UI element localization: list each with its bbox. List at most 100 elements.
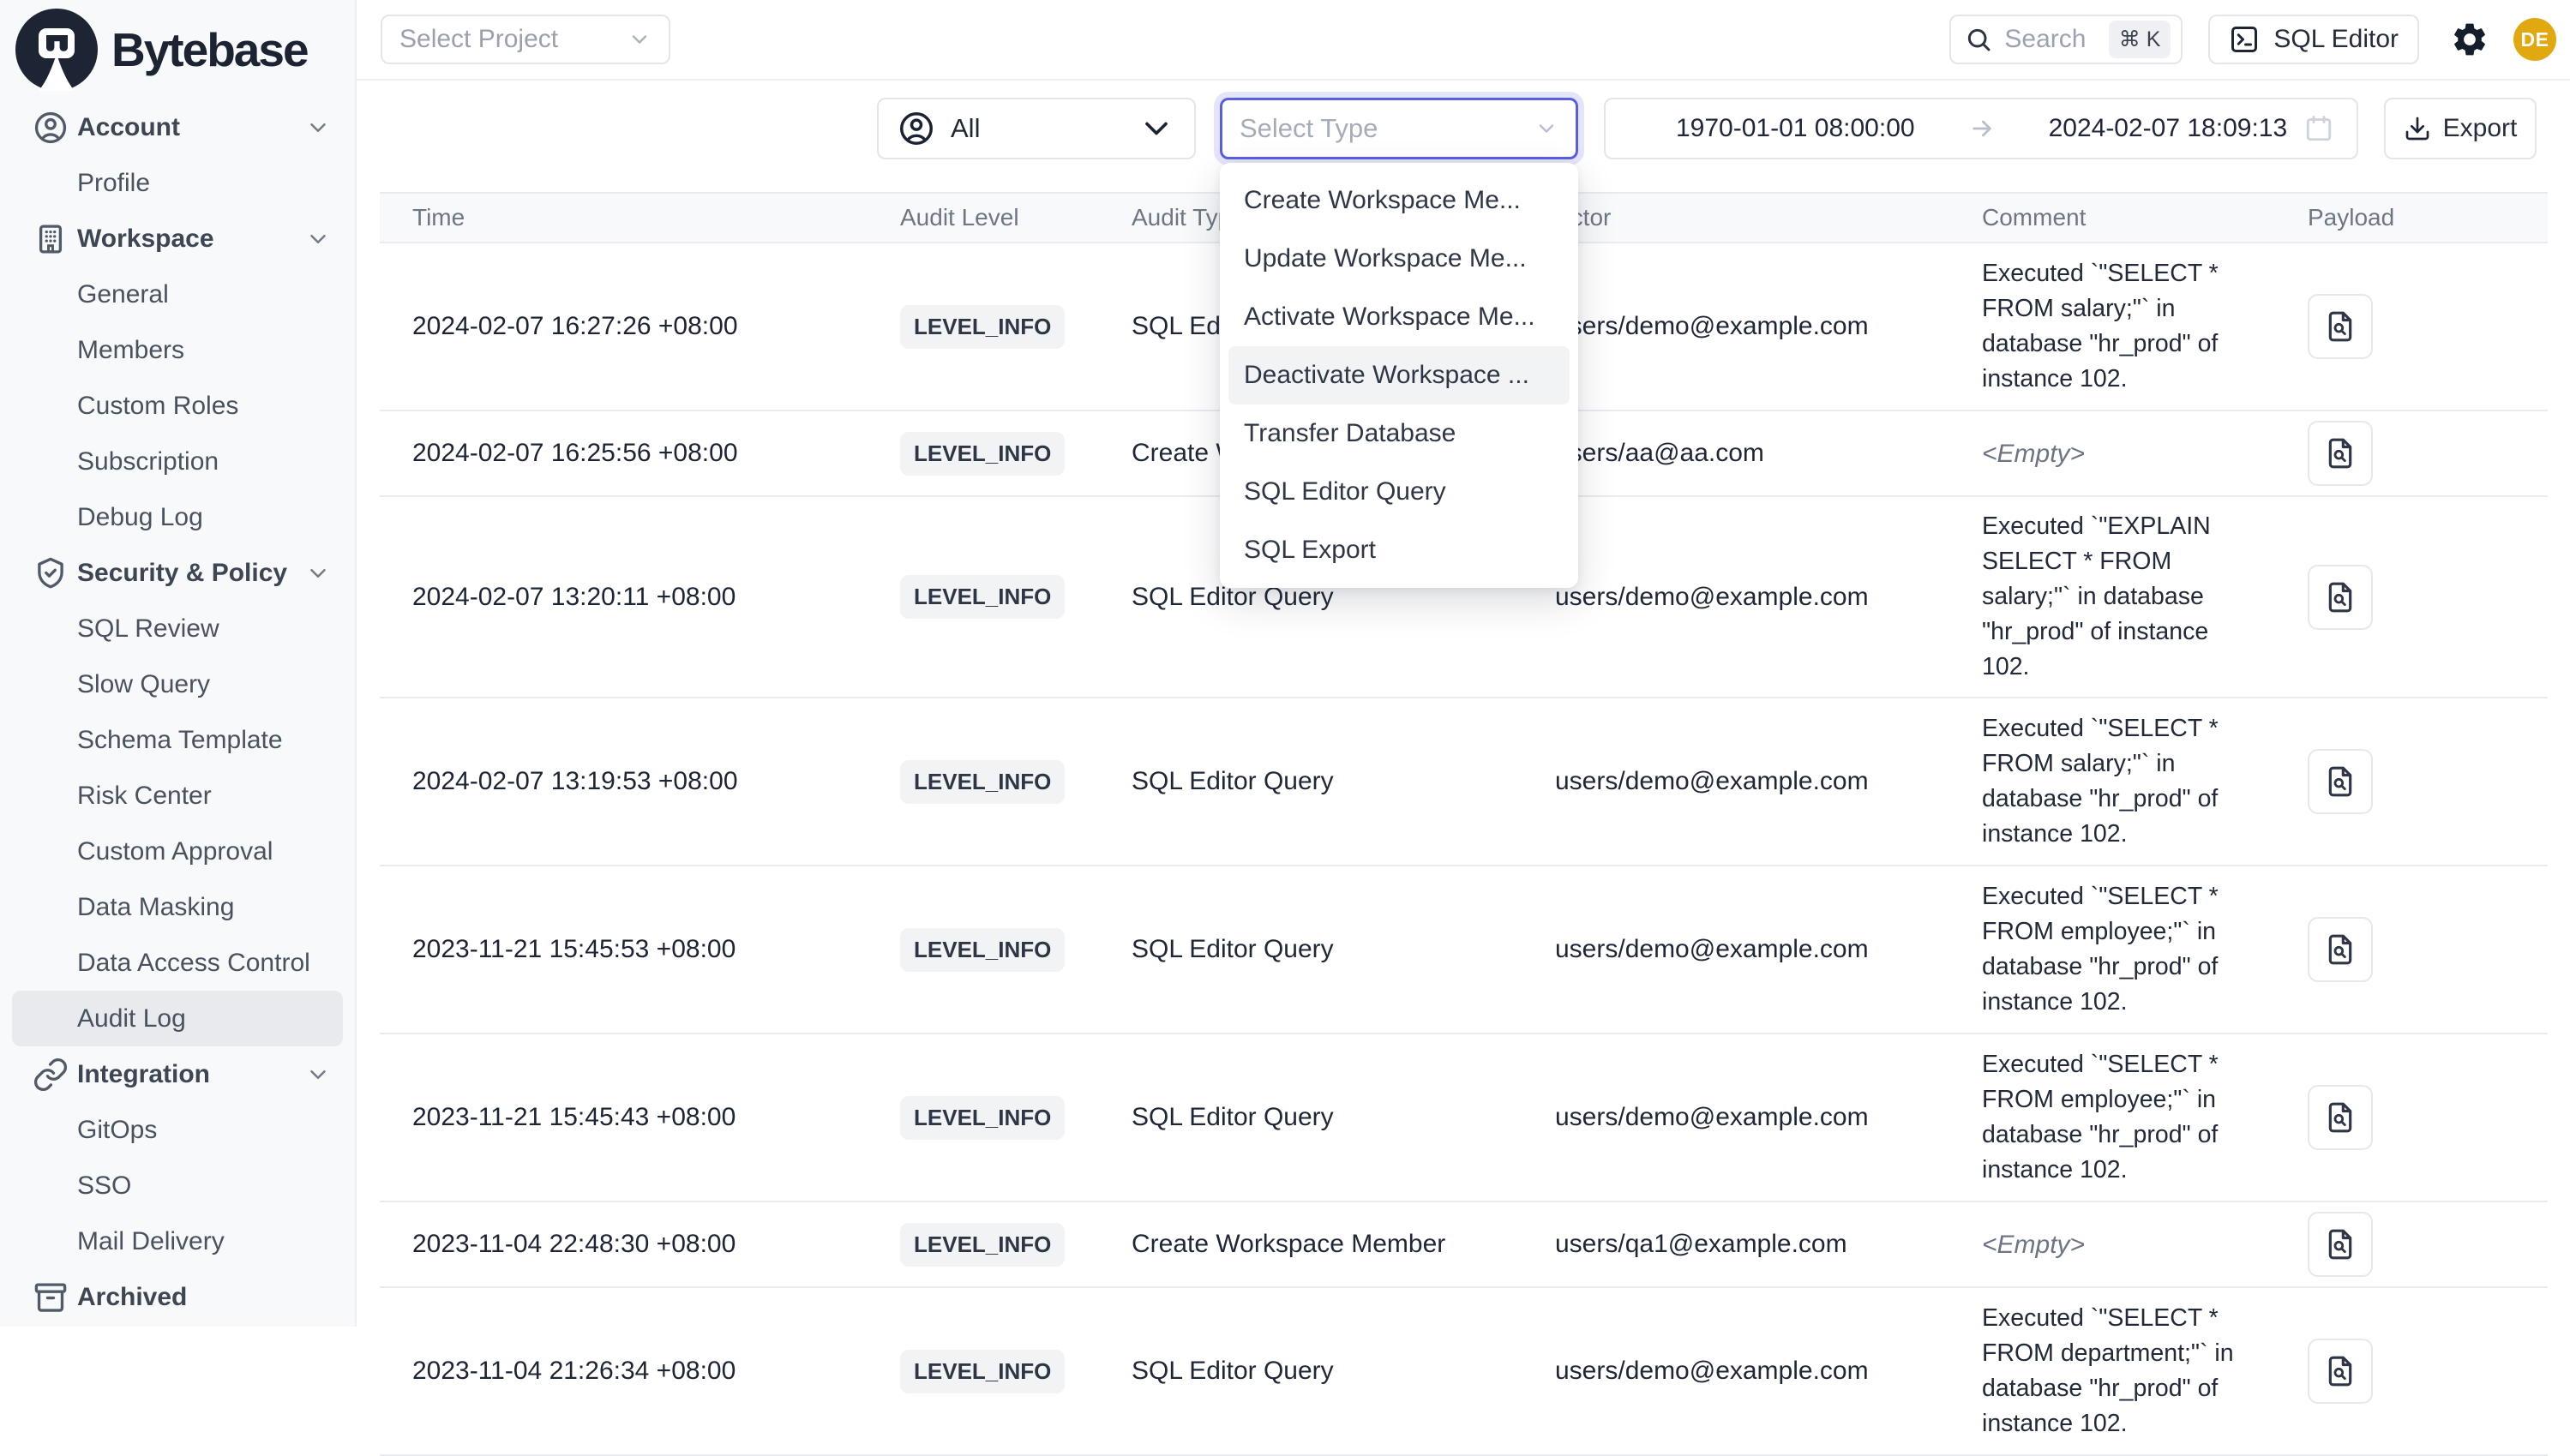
cell-comment: Executed `"SELECT * FROM salary;"` in da… [1970,699,2285,864]
sidebar-item-subscription[interactable]: Subscription [0,434,355,489]
sidebar-item-mail-delivery[interactable]: Mail Delivery [0,1213,355,1269]
file-search-icon [2323,436,2357,470]
cell-audit-type: SQL Editor Query [1121,1103,1541,1132]
cell-audit-level: LEVEL_INFO [890,928,1121,972]
sidebar-item-label: Members [77,336,184,365]
dropdown-option-create-workspace-member[interactable]: Create Workspace Me... [1228,171,1570,230]
cell-audit-level: LEVEL_INFO [890,305,1121,349]
cell-comment: Executed `"SELECT * FROM employee;"` in … [1970,1035,2285,1200]
sidebar-item-sso[interactable]: SSO [0,1158,355,1213]
topbar: Select Project Search ⌘ K SQL Editor DE [357,0,2570,81]
chevron-down-icon [305,560,331,586]
payload-button[interactable] [2308,1212,2373,1277]
actor-filter-select[interactable]: All [877,98,1196,159]
column-header-actor: Actor [1541,204,1970,231]
sidebar-item-slow-query[interactable]: Slow Query [0,656,355,712]
sidebar-item-integration[interactable]: Integration [0,1046,355,1102]
sidebar-item-custom-roles[interactable]: Custom Roles [0,378,355,434]
date-range-picker[interactable]: 1970-01-01 08:00:00 2024-02-07 18:09:13 [1604,98,2358,159]
dropdown-option-deactivate-workspace-member[interactable]: Deactivate Workspace ... [1228,346,1570,404]
sidebar-item-data-masking[interactable]: Data Masking [0,879,355,935]
sql-editor-label: SQL Editor [2273,25,2399,54]
topbar-right: Search ⌘ K SQL Editor DE [1949,15,2556,64]
dropdown-option-activate-workspace-member[interactable]: Activate Workspace Me... [1228,288,1570,346]
payload-button[interactable] [2308,1085,2373,1150]
sidebar-item-account[interactable]: Account [0,99,355,155]
cell-comment: Executed `"SELECT * FROM department;"` i… [1970,1289,2285,1453]
cell-actor: users/demo@example.com [1541,583,1970,612]
brand-name: Bytebase [111,22,308,77]
avatar[interactable]: DE [2513,18,2556,61]
settings-gear-icon[interactable] [2450,20,2489,59]
dropdown-option-transfer-database[interactable]: Transfer Database [1228,404,1570,463]
search-input[interactable]: Search ⌘ K [1949,15,2183,64]
sidebar-item-profile[interactable]: Profile [0,155,355,211]
sidebar-item-schema-template[interactable]: Schema Template [0,712,355,768]
cell-audit-level: LEVEL_INFO [890,432,1121,476]
sidebar-item-gitops[interactable]: GitOps [0,1102,355,1158]
column-header-time: Time [380,204,890,231]
export-button[interactable]: Export [2384,98,2537,159]
project-select[interactable]: Select Project [381,15,670,64]
sidebar-item-label: Custom Approval [77,837,273,866]
level-badge: LEVEL_INFO [900,575,1065,619]
level-badge: LEVEL_INFO [900,1350,1065,1393]
building-icon [31,219,70,259]
sql-editor-button[interactable]: SQL Editor [2208,15,2419,64]
payload-button[interactable] [2308,1339,2373,1404]
level-badge: LEVEL_INFO [900,305,1065,349]
file-search-icon [2323,309,2357,344]
sidebar-item-risk-center[interactable]: Risk Center [0,768,355,824]
cell-time: 2023-11-04 22:48:30 +08:00 [380,1230,890,1259]
file-search-icon [2323,1227,2357,1261]
level-badge: LEVEL_INFO [900,1096,1065,1140]
sidebar-item-debug-log[interactable]: Debug Log [0,489,355,545]
payload-button[interactable] [2308,421,2373,486]
sidebar-item-members[interactable]: Members [0,322,355,378]
brand-logo[interactable]: Bytebase [0,0,355,99]
sidebar-item-custom-approval[interactable]: Custom Approval [0,824,355,879]
sidebar-item-label: General [77,280,169,309]
column-header-audit-level: Audit Level [890,204,1121,231]
sidebar-item-label: Debug Log [77,503,203,532]
cell-audit-level: LEVEL_INFO [890,575,1121,619]
sidebar-item-audit-log[interactable]: Audit Log [12,991,343,1046]
sidebar-item-security-policy[interactable]: Security & Policy [0,545,355,601]
cell-time: 2024-02-07 16:25:56 +08:00 [380,439,890,468]
dropdown-option-sql-export[interactable]: SQL Export [1228,521,1570,579]
payload-button[interactable] [2308,749,2373,814]
export-label: Export [2443,114,2518,143]
cell-audit-level: LEVEL_INFO [890,1350,1121,1393]
cell-comment: Executed `"SELECT * FROM salary;"` in da… [1970,244,2285,409]
type-filter-placeholder: Select Type [1240,113,1534,144]
search-icon [1965,26,1992,53]
payload-button[interactable] [2308,565,2373,630]
sidebar-item-label: Archived [77,1283,187,1312]
payload-button[interactable] [2308,917,2373,982]
payload-button[interactable] [2308,294,2373,359]
sidebar-item-label: Schema Template [77,726,283,755]
file-search-icon [2323,1100,2357,1135]
sidebar-item-sql-review[interactable]: SQL Review [0,601,355,656]
file-search-icon [2323,932,2357,967]
search-shortcut-badge: ⌘ K [2109,21,2171,58]
cell-audit-level: LEVEL_INFO [890,760,1121,804]
chevron-down-icon [305,226,331,252]
sidebar-item-data-access-control[interactable]: Data Access Control [0,935,355,991]
dropdown-option-update-workspace-member[interactable]: Update Workspace Me... [1228,230,1570,288]
cell-actor: users/demo@example.com [1541,1103,1970,1132]
dropdown-option-sql-editor-query[interactable]: SQL Editor Query [1228,463,1570,521]
cell-actor: users/demo@example.com [1541,1357,1970,1386]
sidebar-item-label: SSO [77,1171,131,1201]
sidebar-item-label: GitOps [77,1116,157,1145]
sidebar-item-general[interactable]: General [0,267,355,322]
sidebar-item-workspace[interactable]: Workspace [0,211,355,267]
table-row: 2023-11-04 22:48:30 +08:00 LEVEL_INFO Cr… [380,1202,2548,1288]
cell-comment: Executed `"EXPLAIN SELECT * FROM salary;… [1970,497,2285,697]
type-filter-dropdown: Create Workspace Me... Update Workspace … [1220,163,1578,588]
date-to-value: 2024-02-07 18:09:13 [2049,114,2288,143]
sidebar-item-archived[interactable]: Archived [0,1269,355,1325]
sidebar-item-label: Risk Center [77,782,212,811]
chevron-down-icon [1138,110,1175,147]
type-filter-select[interactable]: Select Type [1220,98,1578,159]
